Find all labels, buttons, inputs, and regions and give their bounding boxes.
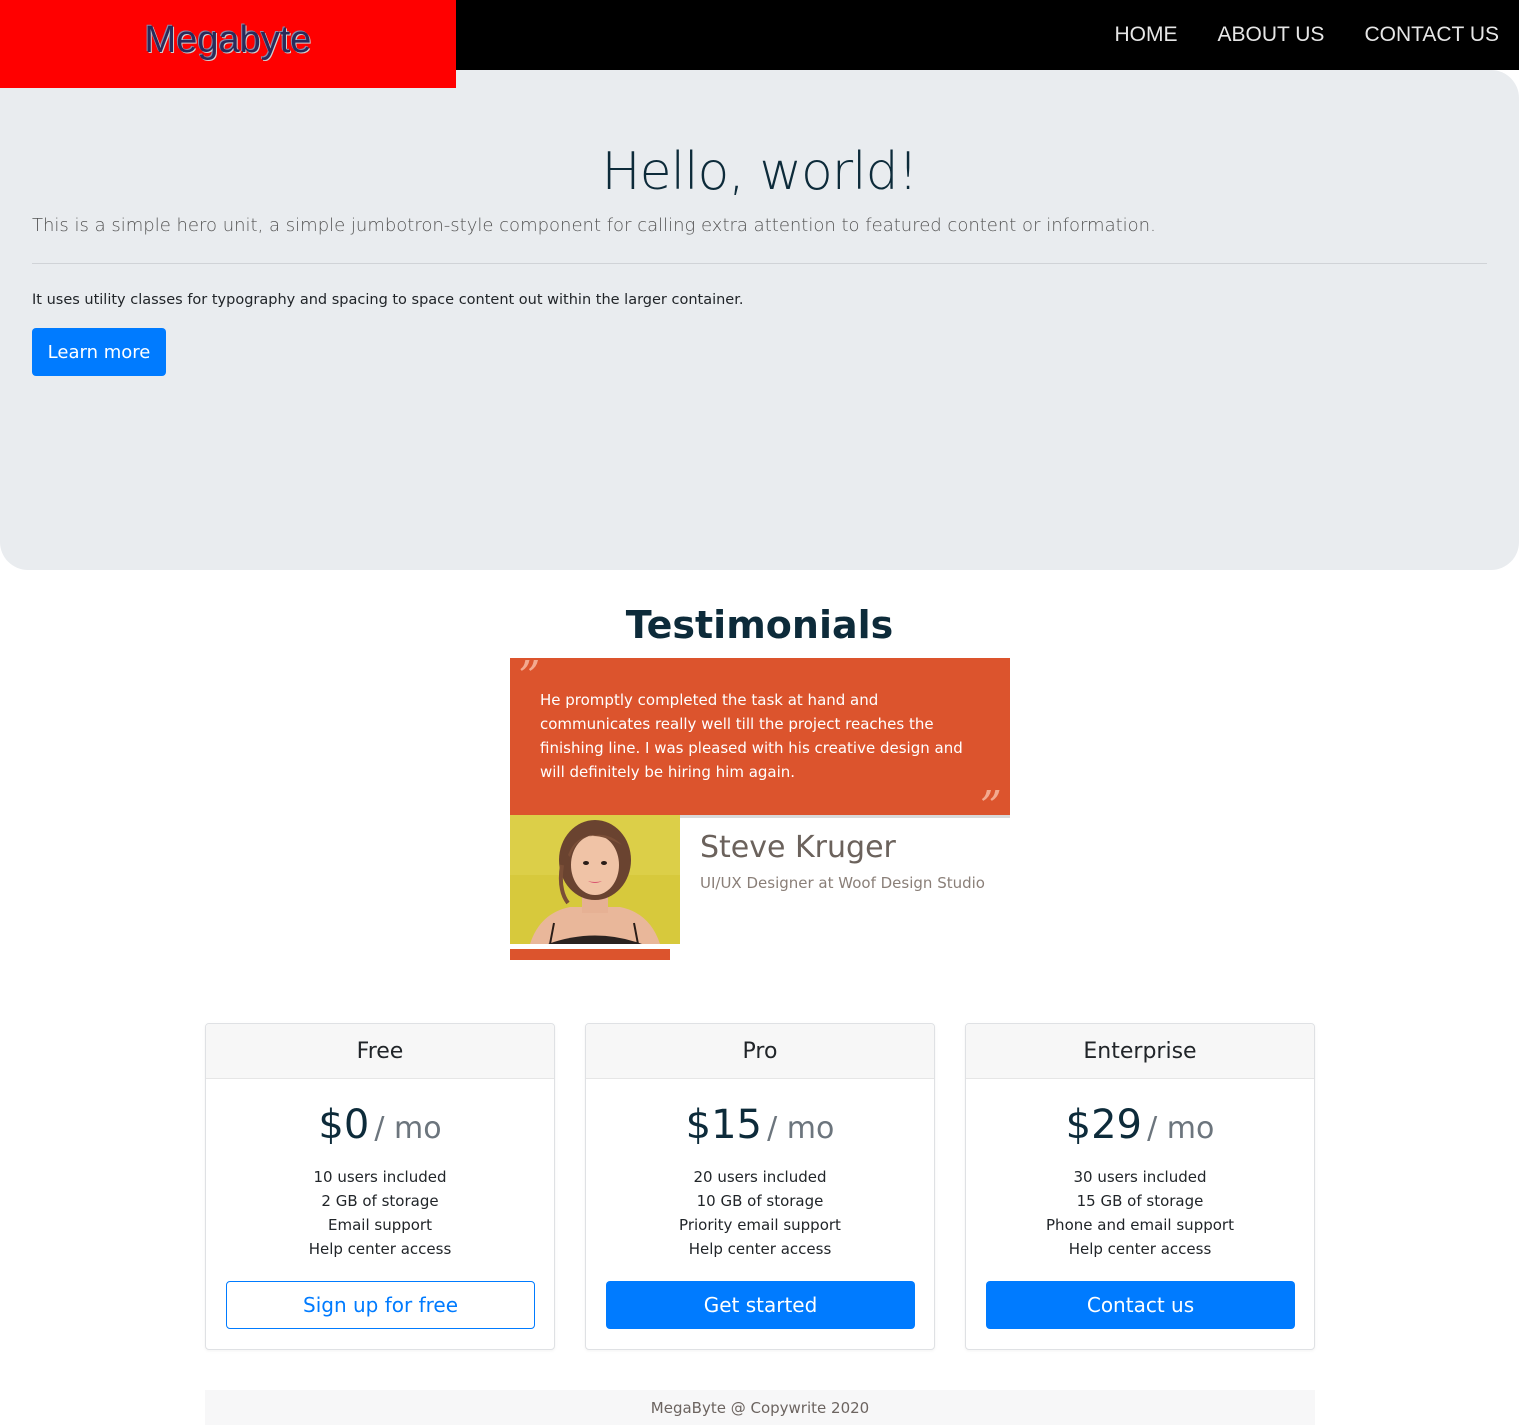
- hero-body-text: It uses utility classes for typography a…: [32, 292, 744, 308]
- feature-item: 10 users included: [313, 1168, 447, 1186]
- hero-jumbotron: Hello, world! This is a simple hero unit…: [0, 70, 1519, 570]
- plan-name: Free: [206, 1024, 554, 1079]
- footer-copyright-text: MegaByte @ Copywrite 2020: [650, 1398, 870, 1417]
- nav-home-link[interactable]: HOME: [1114, 23, 1177, 47]
- sign-up-free-button[interactable]: Sign up for free: [226, 1281, 535, 1329]
- brand-logo-box[interactable]: Megabyte: [0, 0, 456, 88]
- price-period: / mo: [767, 1111, 835, 1146]
- testimonial-quote-text: He promptly completed the task at hand a…: [540, 691, 963, 781]
- plan-price: $0 / mo: [206, 1102, 554, 1148]
- hero-title: Hello, world!: [601, 142, 919, 202]
- contact-us-button[interactable]: Contact us: [986, 1281, 1295, 1329]
- hero-lead-text: This is a simple hero unit, a simple jum…: [32, 215, 1156, 236]
- pricing-card-enterprise: Enterprise $29 / mo 30 users included 15…: [965, 1023, 1315, 1350]
- avatar-accent-bar: [510, 949, 670, 960]
- plan-name: Enterprise: [966, 1024, 1314, 1079]
- feature-item: Help center access: [308, 1240, 452, 1258]
- nav-links: HOME ABOUT US CONTACT US: [1114, 0, 1499, 70]
- pricing-card-free: Free $0 / mo 10 users included 2 GB of s…: [205, 1023, 555, 1350]
- testimonial-quote-box: ” He promptly completed the task at hand…: [510, 652, 1010, 833]
- feature-item: 2 GB of storage: [321, 1192, 439, 1210]
- testimonials-heading: Testimonials: [625, 603, 894, 647]
- feature-item: 15 GB of storage: [1076, 1192, 1204, 1210]
- footer: MegaByte @ Copywrite 2020: [205, 1390, 1315, 1425]
- learn-more-button[interactable]: Learn more: [32, 328, 166, 376]
- open-quote-icon: ”: [518, 652, 541, 703]
- pricing-card-pro: Pro $15 / mo 20 users included 10 GB of …: [585, 1023, 935, 1350]
- plan-features: 10 users included 2 GB of storage Email …: [206, 1165, 554, 1261]
- plan-features: 20 users included 10 GB of storage Prior…: [586, 1165, 934, 1261]
- price-amount: $15: [685, 1102, 763, 1148]
- price-period: / mo: [374, 1111, 442, 1146]
- feature-item: Email support: [328, 1216, 432, 1234]
- feature-item: Phone and email support: [1046, 1216, 1234, 1234]
- price-amount: $29: [1065, 1102, 1143, 1148]
- get-started-button[interactable]: Get started: [606, 1281, 915, 1329]
- plan-price: $29 / mo: [966, 1102, 1314, 1148]
- close-quote-icon: ”: [979, 782, 1003, 833]
- plan-features: 30 users included 15 GB of storage Phone…: [966, 1165, 1314, 1261]
- feature-item: 20 users included: [693, 1168, 827, 1186]
- plan-name: Pro: [586, 1024, 934, 1079]
- testimonial-avatar: [510, 815, 680, 944]
- brand-name: Megabyte: [144, 18, 312, 61]
- feature-item: Help center access: [1068, 1240, 1212, 1258]
- avatar-portrait-icon: [510, 815, 680, 944]
- feature-item: Help center access: [688, 1240, 832, 1258]
- hero-divider: [32, 263, 1487, 264]
- feature-item: 30 users included: [1073, 1168, 1207, 1186]
- feature-item: 10 GB of storage: [696, 1192, 824, 1210]
- plan-price: $15 / mo: [586, 1102, 934, 1148]
- testimonial-author-role: UI/UX Designer at Woof Design Studio: [700, 874, 985, 892]
- feature-item: Priority email support: [679, 1216, 841, 1234]
- price-period: / mo: [1147, 1111, 1215, 1146]
- nav-contact-link[interactable]: CONTACT US: [1364, 23, 1499, 47]
- nav-about-link[interactable]: ABOUT US: [1217, 23, 1324, 47]
- price-amount: $0: [318, 1102, 370, 1148]
- testimonial-author-name: Steve Kruger: [700, 830, 896, 865]
